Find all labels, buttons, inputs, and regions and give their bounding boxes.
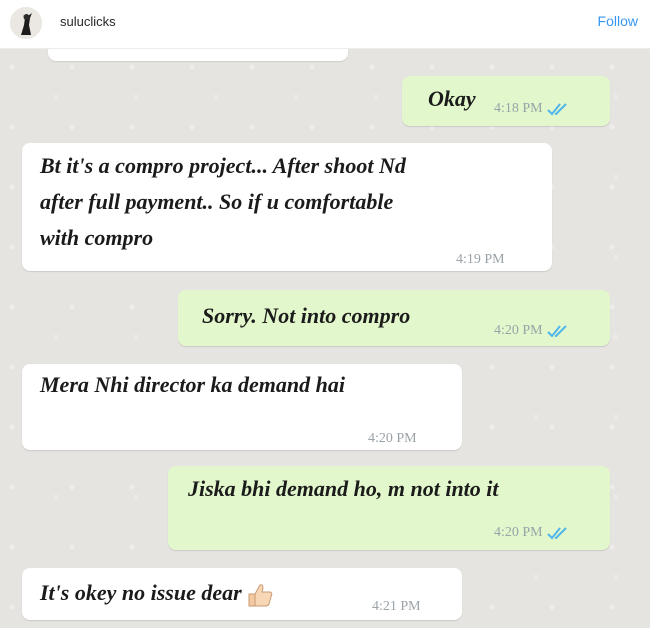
message-incoming: Bt it's a compro project... After shoot …: [22, 143, 552, 271]
message-time: 4:20 PM: [494, 525, 543, 540]
message-text-line: with compro: [40, 225, 154, 250]
message-time: 4:18 PM: [494, 101, 543, 116]
chat-screenshot: Okay 4:18 PM Bt it's a compro project...…: [0, 49, 650, 628]
double-check-icon: [546, 103, 567, 116]
post-header: suluclicks Follow: [0, 0, 650, 49]
message-text: It's okey no issue dear: [40, 578, 274, 608]
message-meta: 4:18 PM: [494, 94, 569, 124]
message-text: Okay: [428, 86, 476, 111]
follow-button[interactable]: Follow: [598, 13, 638, 29]
message-outgoing: Sorry. Not into compro 4:20 PM: [178, 290, 610, 346]
message-text-content: It's okey no issue dear: [40, 580, 242, 605]
message-text: Mera Nhi director ka demand hai: [40, 372, 345, 397]
message-text: Jiska bhi demand ho, m not into it: [188, 476, 499, 501]
previous-message-edge: [48, 49, 348, 61]
thumbs-up-icon: [248, 584, 272, 607]
message-time: 4:19 PM: [456, 252, 505, 267]
message-time: 4:20 PM: [368, 431, 417, 446]
double-check-icon: [546, 527, 567, 540]
double-check-icon: [546, 325, 567, 338]
avatar[interactable]: [10, 7, 42, 39]
message-time: 4:21 PM: [372, 599, 421, 614]
message-text-line: Bt it's a compro project... After shoot …: [40, 153, 406, 178]
message-text: Sorry. Not into compro: [202, 303, 411, 328]
message-incoming: It's okey no issue dear 4:21 PM: [22, 568, 462, 620]
message-outgoing: Jiska bhi demand ho, m not into it 4:20 …: [168, 466, 610, 550]
message-incoming: Mera Nhi director ka demand hai 4:20 PM: [22, 364, 462, 450]
message-outgoing: Okay 4:18 PM: [402, 76, 610, 126]
message-time: 4:20 PM: [494, 323, 543, 338]
message-meta: 4:20 PM: [494, 316, 569, 346]
message-meta: 4:20 PM: [494, 518, 569, 548]
profile-photo-icon: [10, 7, 42, 39]
username[interactable]: suluclicks: [60, 14, 116, 29]
message-text-line: after full payment.. So if u comfortable: [40, 189, 394, 214]
